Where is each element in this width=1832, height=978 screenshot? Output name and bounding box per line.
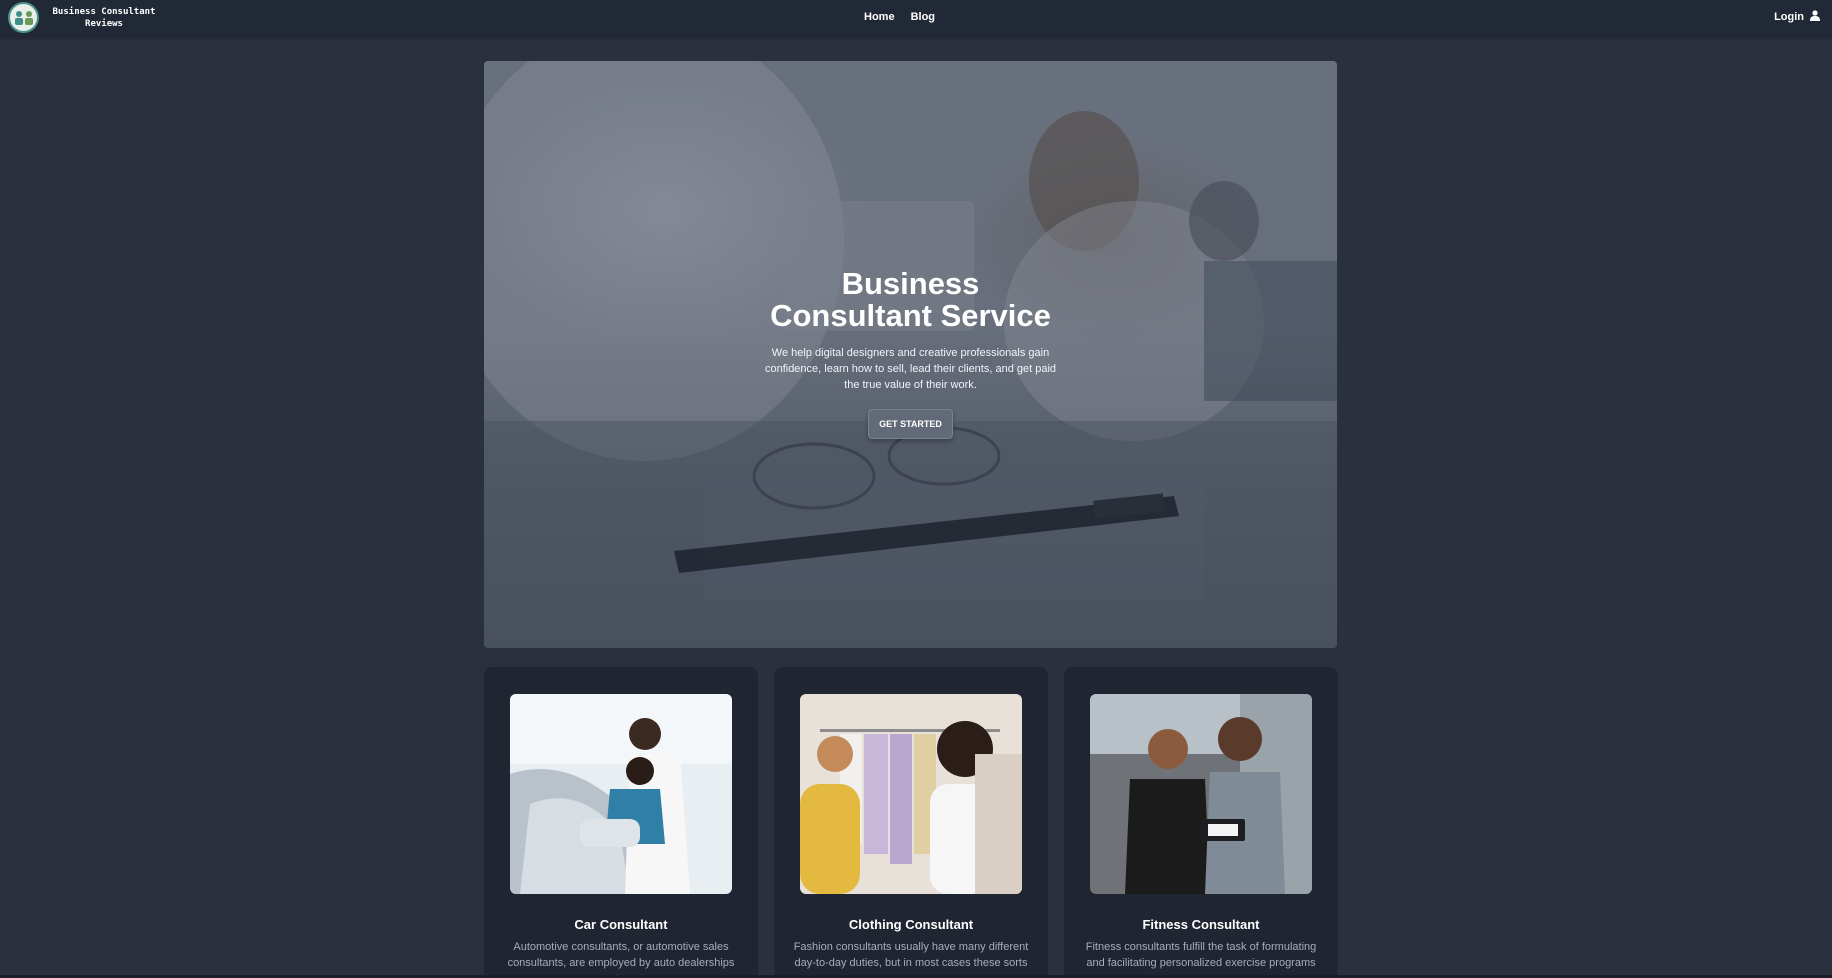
login-label: Login [1774, 11, 1804, 23]
brand-name[interactable]: Business Consultant Reviews [44, 6, 164, 30]
nav-links: Home Blog [864, 11, 935, 23]
card-fitness-consultant[interactable]: Fitness Consultant Fitness consultants f… [1064, 667, 1338, 978]
nav-link-home[interactable]: Home [864, 11, 895, 23]
logo-icon[interactable] [8, 2, 39, 33]
card-title: Clothing Consultant [848, 917, 974, 932]
login-button[interactable]: Login [1774, 10, 1820, 24]
get-started-button[interactable]: GET STARTED [868, 409, 953, 439]
card-clothing-consultant[interactable]: Clothing Consultant Fashion consultants … [774, 667, 1048, 978]
nav-link-blog[interactable]: Blog [911, 11, 935, 23]
card-image-clothing [800, 694, 1022, 894]
hero-description: We help digital designers and creative p… [764, 347, 1057, 391]
card-car-consultant[interactable]: Car Consultant Automotive consultants, o… [484, 667, 758, 978]
card-title: Fitness Consultant [1142, 917, 1260, 932]
card-description: Automotive consultants, or automotive sa… [507, 941, 735, 978]
hero-title: Business Consultant Service [770, 266, 1051, 333]
card-description: Fitness consultants fulfill the task of … [1085, 941, 1317, 978]
card-title: Car Consultant [574, 917, 668, 932]
card-image-fitness [1090, 694, 1312, 894]
card-image-car [510, 694, 732, 894]
navbar: Business Consultant Reviews Home Blog Lo… [0, 0, 1832, 36]
user-icon [1810, 10, 1820, 24]
hero-content: Business Consultant Service We help digi… [484, 268, 1337, 439]
card-description: Fashion consultants usually have many di… [793, 941, 1029, 969]
hero-banner: Business Consultant Service We help digi… [484, 61, 1337, 648]
